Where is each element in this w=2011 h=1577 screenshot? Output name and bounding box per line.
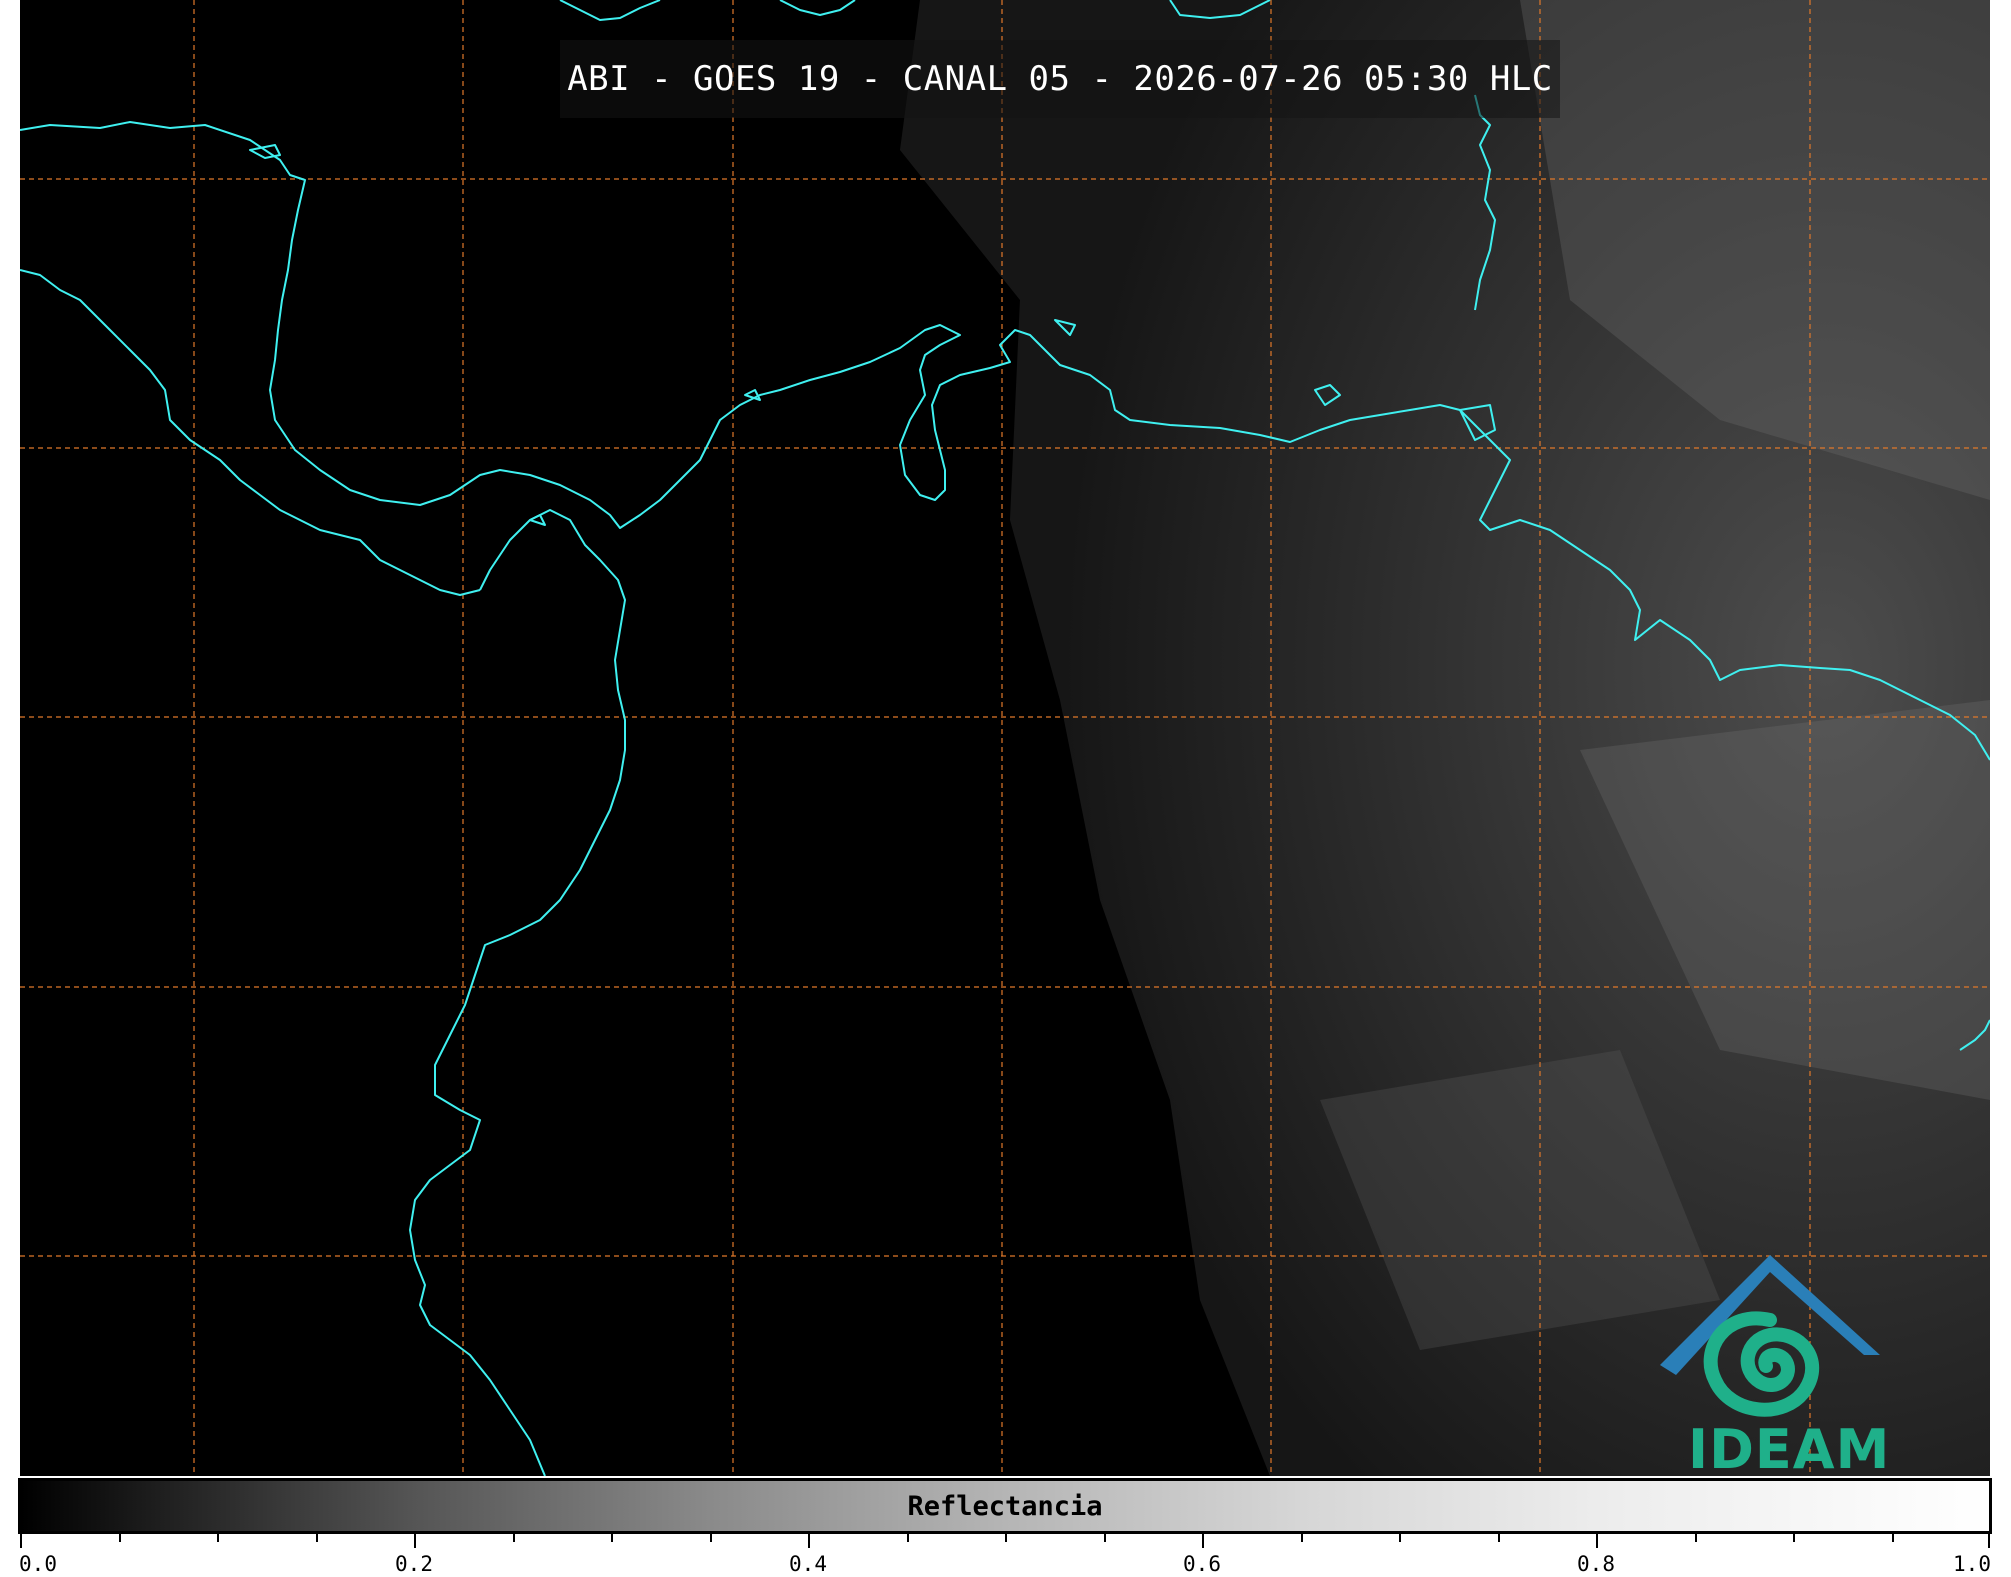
colorbar-minor-tick [1694, 1534, 1697, 1542]
colorbar-minor-tick [906, 1534, 909, 1542]
colorbar-major-tick [1202, 1534, 1204, 1548]
coastline-islet-1 [249, 144, 281, 159]
colorbar-label: Reflectancia [907, 1491, 1103, 1522]
colorbar-major-tick [414, 1534, 416, 1548]
colorbar-ticks: 0.0 0.2 0.4 0.6 0.8 1.0 [19, 1534, 1991, 1577]
coastline-cuba [559, 0, 661, 21]
colorbar-minor-tick [1399, 1534, 1401, 1542]
colorbar: Reflectancia [18, 1478, 1992, 1534]
coastline-islet-3 [529, 514, 546, 526]
title-banner: ABI - GOES 19 - CANAL 05 - 2026-07-26 05… [560, 40, 1560, 118]
colorbar-tick-label: 0.0 [19, 1552, 57, 1576]
colorbar-minor-tick [1103, 1534, 1106, 1542]
coastline-hispaniola [779, 0, 856, 16]
colorbar-tick-label: 0.2 [395, 1552, 433, 1576]
coastline-yucatan [20, 269, 481, 596]
colorbar-minor-tick [315, 1534, 318, 1542]
colorbar-minor-tick [512, 1534, 515, 1542]
colorbar-tick-label: 0.4 [789, 1552, 827, 1576]
colorbar-minor-tick [1497, 1534, 1500, 1542]
colorbar-minor-tick [118, 1534, 121, 1542]
colorbar-tick-label: 0.8 [1577, 1552, 1615, 1576]
colorbar-minor-tick [1300, 1534, 1303, 1542]
colorbar-minor-tick [611, 1534, 613, 1542]
coastline-panama-colombia-pacific [409, 509, 626, 1476]
colorbar-tick-label: 1.0 [1953, 1552, 1991, 1576]
colorbar-tick-label: 0.6 [1183, 1552, 1221, 1576]
map-title: ABI - GOES 19 - CANAL 05 - 2026-07-26 05… [567, 59, 1553, 99]
colorbar-minor-tick [709, 1534, 712, 1542]
colorbar-minor-tick [1793, 1534, 1795, 1542]
colorbar-major-tick [1988, 1534, 1990, 1548]
swirl-icon [1703, 1311, 1820, 1417]
colorbar-minor-tick [1005, 1534, 1007, 1542]
logo-text: IDEAM [1688, 1418, 1891, 1481]
colorbar-minor-tick [217, 1534, 219, 1542]
colorbar-major-tick [20, 1534, 22, 1548]
colorbar-minor-tick [1891, 1534, 1894, 1542]
coastline-islet-2 [744, 389, 761, 401]
colorbar-major-tick [1596, 1534, 1598, 1548]
colorbar-major-tick [808, 1534, 810, 1548]
